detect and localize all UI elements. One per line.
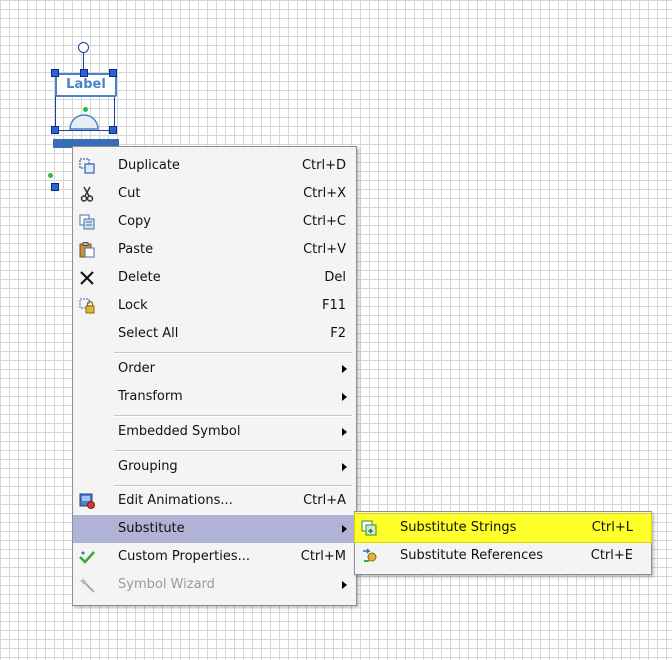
menu-item-shortcut: Del [324,270,346,285]
resize-handle-tl[interactable] [51,69,59,77]
menu-item-shortcut: Ctrl+M [300,549,346,564]
menu-item-label: Substitute [118,521,185,536]
menu-item-label: Substitute References [400,548,544,563]
menu-item-label: Copy [118,214,151,229]
menu-item-label: Cut [118,186,141,201]
menu-item-embedded-symbol[interactable]: Embedded Symbol [73,418,356,446]
submenu-arrow-icon [342,393,347,401]
menu-item-delete[interactable]: Delete Del [73,264,356,292]
menu-item-select-all[interactable]: Select All F2 [73,320,356,348]
menu-item-label: Lock [118,298,148,313]
menu-item-label: Embedded Symbol [118,424,241,439]
resize-handle-tr[interactable] [109,69,117,77]
rotation-line [83,52,84,70]
menu-item-label: Select All [118,326,179,341]
animation-icon [79,493,95,509]
duplicate-icon [79,158,95,174]
dome-shape [69,114,99,130]
menu-item-shortcut: Ctrl+V [303,242,346,257]
menu-item-label: Substitute Strings [400,520,517,535]
menu-item-shortcut: Ctrl+E [590,548,633,563]
menu-item-shortcut: Ctrl+L [591,520,633,535]
menu-item-label: Delete [118,270,161,285]
menu-item-shortcut: Ctrl+A [303,493,346,508]
connection-point[interactable] [83,107,88,112]
menu-item-grouping[interactable]: Grouping [73,453,356,481]
submenu-item-substitute-strings[interactable]: Substitute Strings Ctrl+L [354,513,652,543]
copy-icon [79,214,95,230]
menu-item-order[interactable]: Order [73,355,356,383]
menu-item-edit-animations[interactable]: Edit Animations... Ctrl+A [73,487,356,515]
menu-item-shortcut: Ctrl+C [302,214,346,229]
context-menu: Duplicate Ctrl+D Cut Ctrl+X Copy Ctrl+C [72,146,357,606]
menu-item-shortcut: F2 [330,326,346,341]
resize-handle-mr[interactable] [109,126,117,134]
menu-item-lock[interactable]: Lock F11 [73,292,356,320]
menu-item-label: Duplicate [118,158,180,173]
menu-item-symbol-wizard: Symbol Wizard [73,571,356,599]
submenu-arrow-icon [342,581,347,589]
lock-icon [79,298,95,314]
resize-handle-ml[interactable] [51,126,59,134]
substitute-strings-icon [361,520,377,536]
submenu-arrow-icon [342,525,347,533]
substitute-submenu: Substitute Strings Ctrl+L Substitute Ref… [354,511,652,575]
menu-separator [114,352,352,354]
menu-item-label: Grouping [118,459,178,474]
rotation-handle[interactable] [78,42,89,53]
substitute-references-icon [363,548,377,562]
paste-icon [79,242,95,258]
menu-item-paste[interactable]: Paste Ctrl+V [73,236,356,264]
connection-point[interactable] [48,173,53,178]
menu-item-shortcut: Ctrl+X [303,186,346,201]
menu-item-duplicate[interactable]: Duplicate Ctrl+D [73,152,356,180]
menu-separator [114,415,352,417]
menu-item-substitute[interactable]: Substitute [73,515,356,543]
menu-item-label: Transform [118,389,183,404]
menu-item-shortcut: F11 [321,298,346,313]
menu-item-label: Edit Animations... [118,493,233,508]
x-icon [80,271,94,285]
wand-icon [79,577,95,593]
menu-item-custom-properties[interactable]: Custom Properties... Ctrl+M [73,543,356,571]
submenu-arrow-icon [342,428,347,436]
menu-item-label: Custom Properties... [118,549,251,564]
submenu-arrow-icon [342,365,347,373]
scissors-icon [80,186,94,202]
submenu-arrow-icon [342,463,347,471]
menu-item-label: Symbol Wizard [118,577,215,592]
resize-handle-tm[interactable] [80,69,88,77]
menu-item-transform[interactable]: Transform [73,383,356,411]
menu-item-copy[interactable]: Copy Ctrl+C [73,208,356,236]
menu-item-cut[interactable]: Cut Ctrl+X [73,180,356,208]
menu-separator [114,450,352,452]
menu-item-label: Order [118,361,155,376]
submenu-item-substitute-references[interactable]: Substitute References Ctrl+E [355,542,651,570]
resize-handle-bl[interactable] [51,183,59,191]
menu-item-shortcut: Ctrl+D [301,158,346,173]
menu-item-label: Paste [118,242,154,257]
drawing-canvas[interactable]: Label Duplicate Ctrl+D Cut Ctrl+X Copy C… [0,0,672,660]
checkmark-icon [79,551,95,564]
